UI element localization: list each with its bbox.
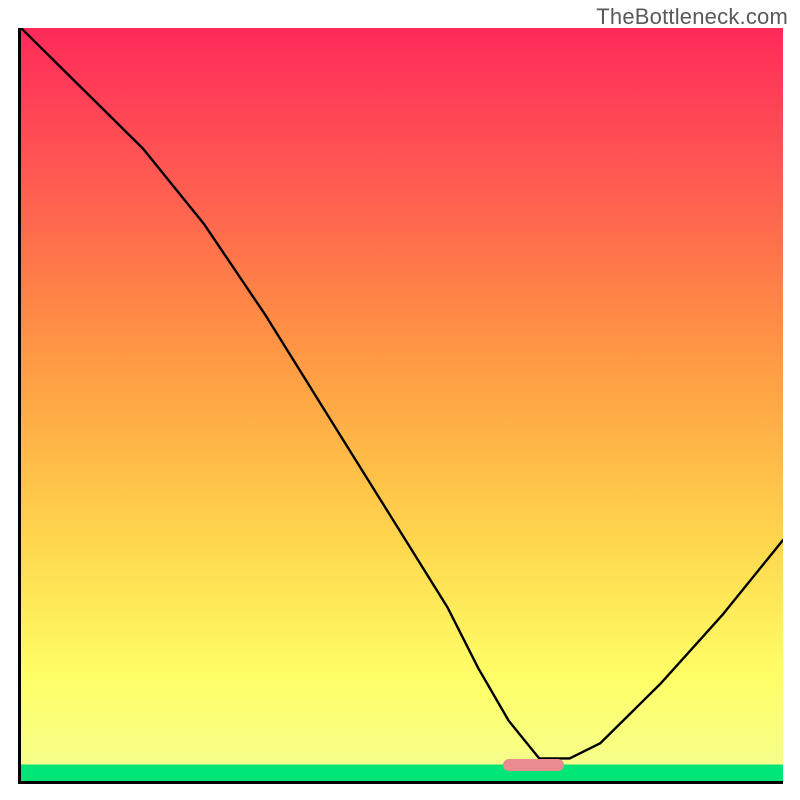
chart-container: TheBottleneck.com — [0, 0, 800, 800]
optimal-marker — [503, 759, 564, 771]
bottleneck-curve — [21, 28, 783, 781]
watermark-text: TheBottleneck.com — [596, 4, 788, 30]
plot-frame — [18, 28, 783, 784]
